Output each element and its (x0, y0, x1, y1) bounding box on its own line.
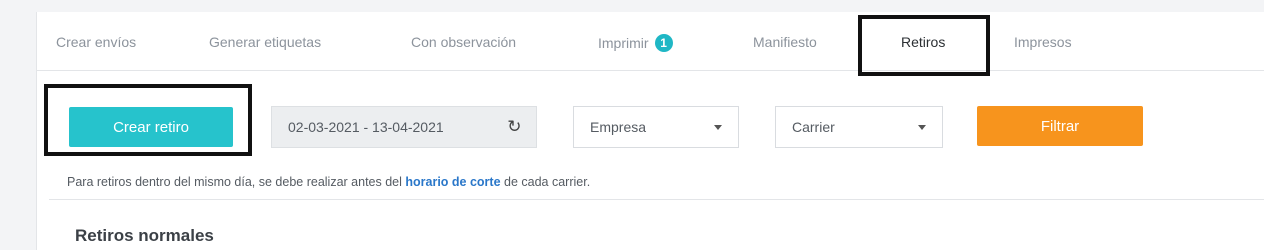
tab-imprimir-label: Imprimir (598, 35, 649, 51)
highlight-box-create-button (44, 84, 252, 156)
cutoff-time-link[interactable]: horario de corte (405, 175, 500, 189)
chevron-down-icon (714, 124, 722, 130)
tab-crear-envios[interactable]: Crear envíos (56, 34, 136, 50)
refresh-icon[interactable]: ↻ (493, 107, 536, 147)
date-range-picker[interactable]: 02-03-2021 - 13-04-2021 ↻ (271, 106, 537, 148)
tab-bar: Crear envíos Generar etiquetas Con obser… (37, 12, 1264, 71)
chevron-down-icon (918, 124, 926, 130)
note-text-before: Para retiros dentro del mismo día, se de… (67, 175, 406, 189)
note-text-after: de cada carrier. (500, 175, 591, 189)
company-select[interactable]: Empresa (573, 106, 739, 148)
tab-impresos[interactable]: Impresos (1014, 34, 1072, 50)
carrier-select[interactable]: Carrier (775, 106, 943, 148)
divider (49, 199, 1264, 200)
filter-button[interactable]: Filtrar (977, 106, 1143, 146)
date-range-value: 02-03-2021 - 13-04-2021 (288, 119, 444, 135)
tab-manifiesto[interactable]: Manifiesto (753, 34, 817, 50)
tab-generar-etiquetas[interactable]: Generar etiquetas (209, 34, 321, 50)
carrier-select-value: Carrier (792, 119, 835, 135)
tab-imprimir[interactable]: Imprimir 1 (598, 34, 673, 52)
section-title: Retiros normales (75, 226, 214, 245)
highlight-box-retiros-tab (858, 15, 990, 76)
count-badge: 1 (654, 34, 673, 52)
company-select-value: Empresa (590, 119, 647, 135)
pickup-note: Para retiros dentro del mismo día, se de… (67, 175, 590, 189)
tab-con-observacion[interactable]: Con observación (411, 34, 516, 50)
